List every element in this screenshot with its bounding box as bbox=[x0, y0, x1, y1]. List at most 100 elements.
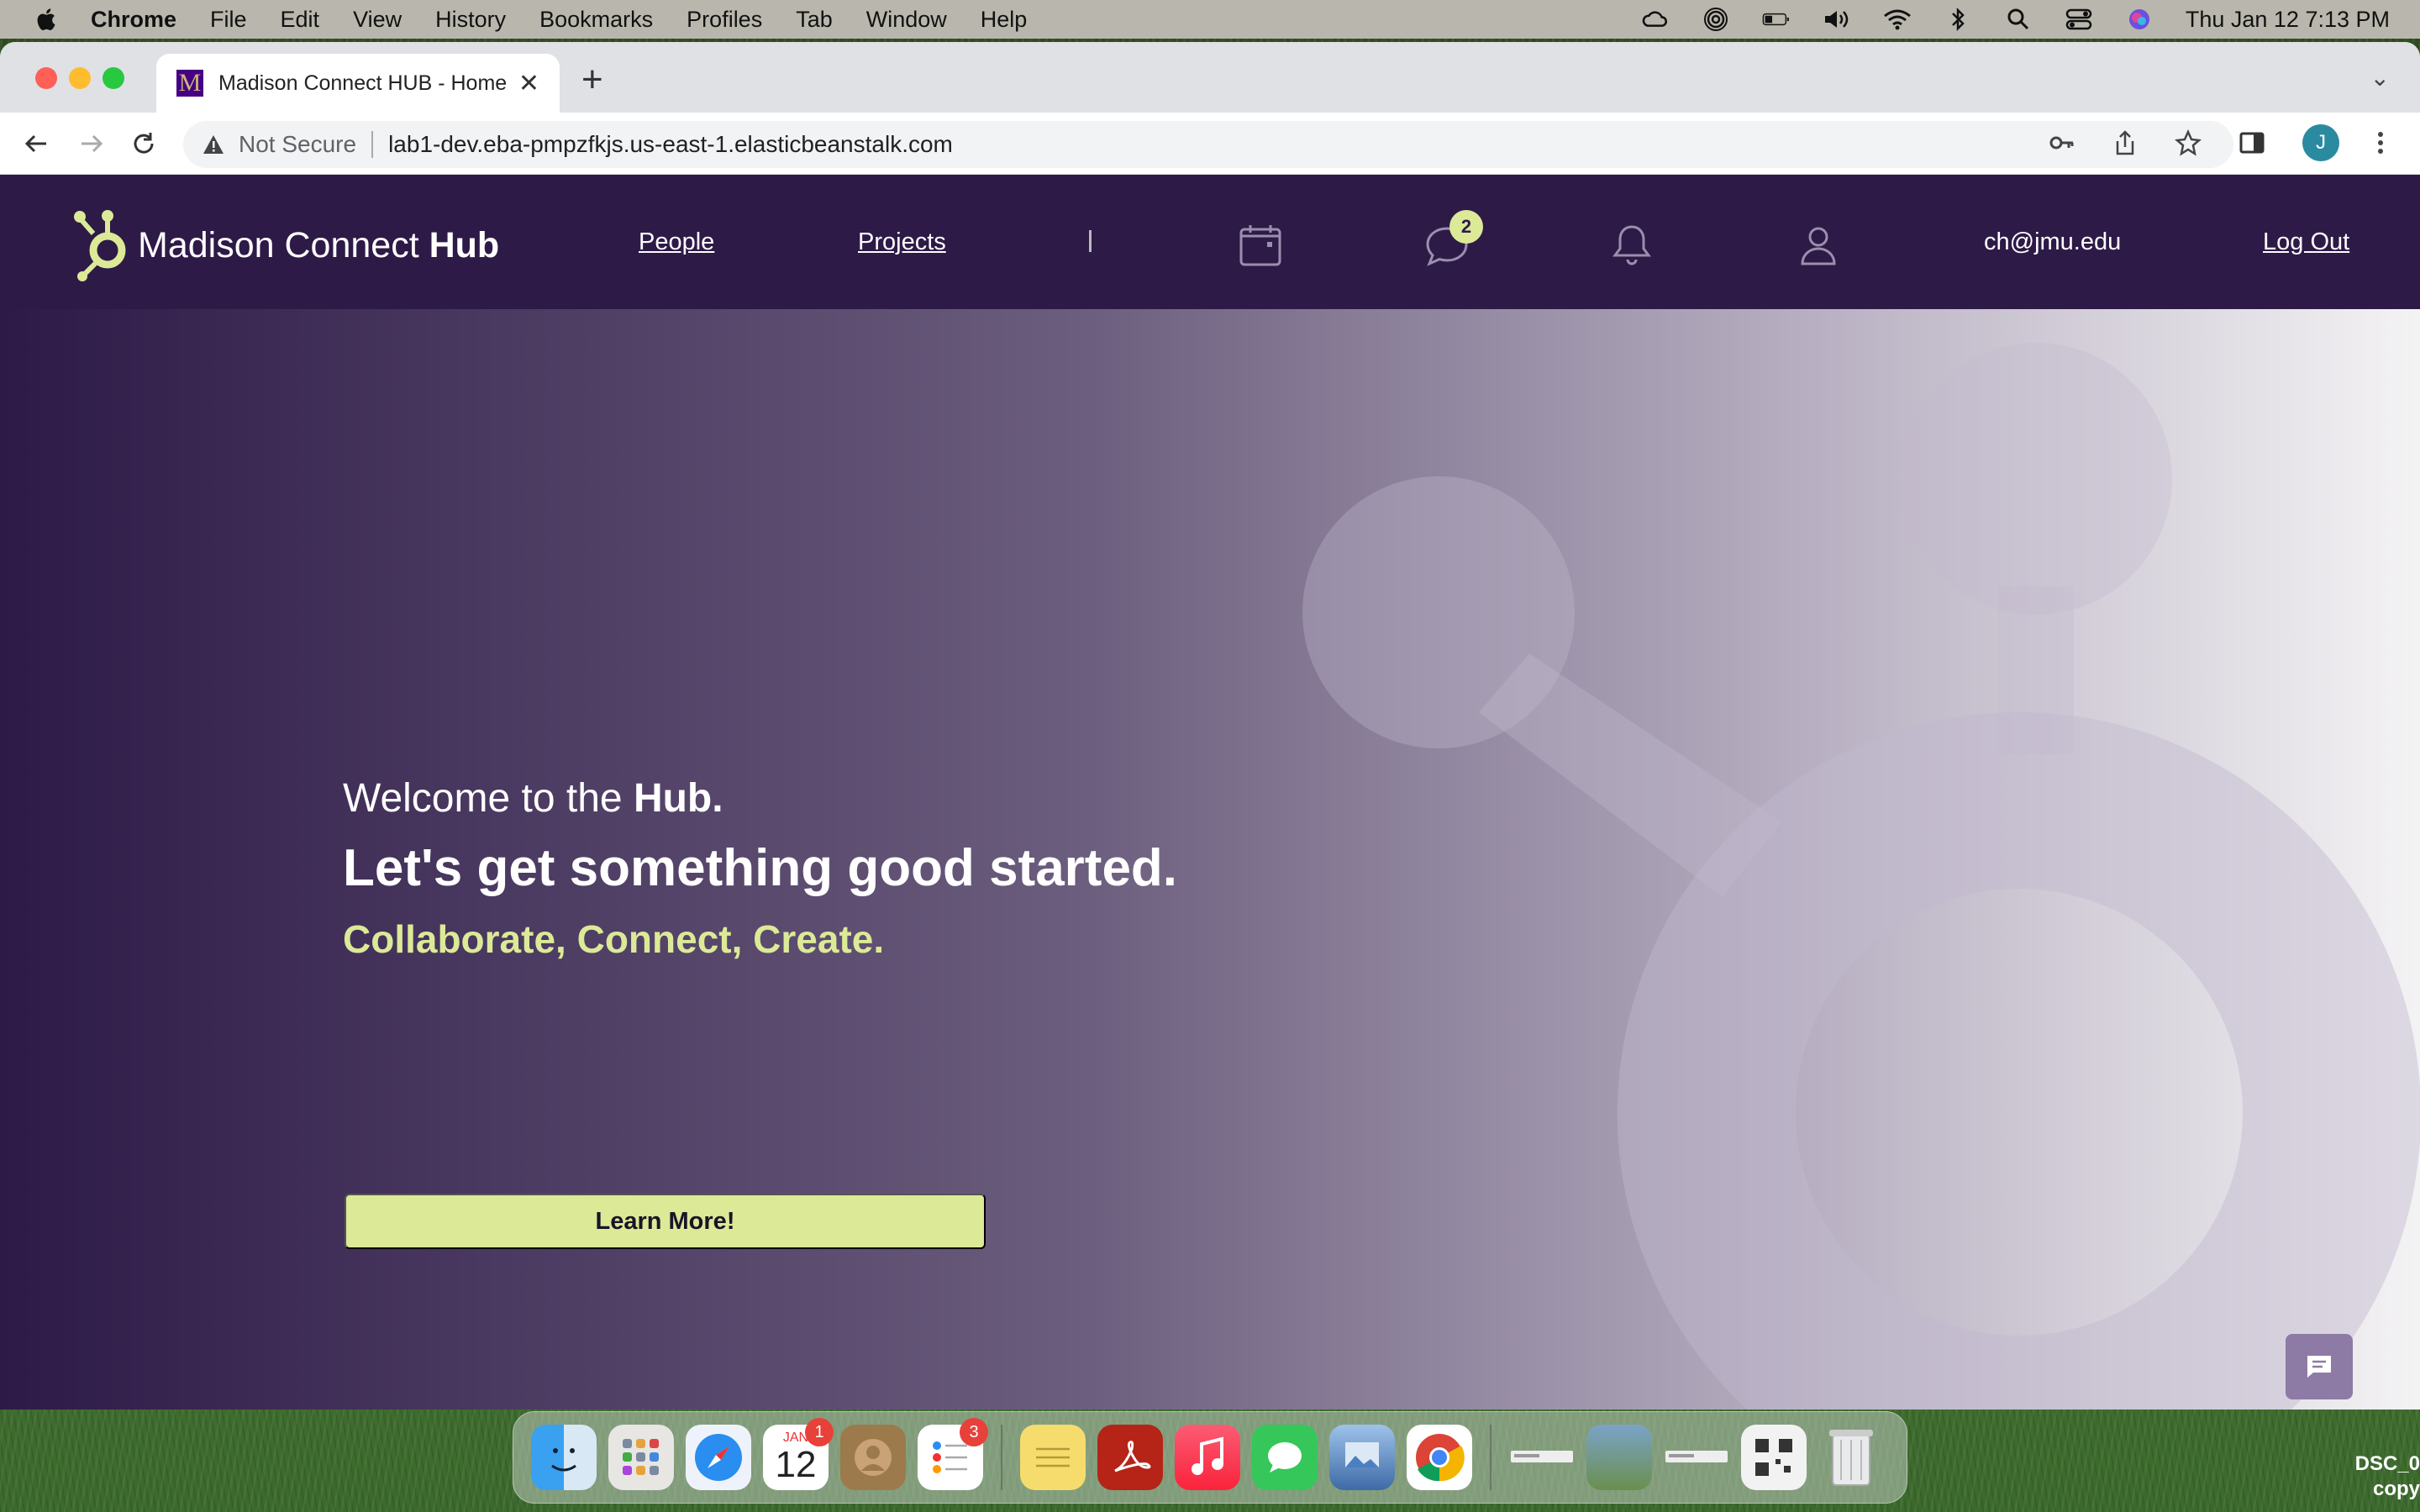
site-logo[interactable]: Madison Connect Hub bbox=[71, 208, 499, 282]
calendar-icon[interactable] bbox=[1237, 222, 1284, 269]
key-icon[interactable] bbox=[2049, 129, 2075, 156]
welcome-heading: Welcome to the Hub. bbox=[343, 775, 1177, 822]
hero-text: Welcome to the Hub. Let's get something … bbox=[343, 775, 1177, 962]
learn-more-button[interactable]: Learn More! bbox=[345, 1194, 986, 1249]
address-bar[interactable]: Not Secure lab1-dev.eba-pmpzfkjs.us-east… bbox=[183, 121, 2233, 168]
wifi-icon[interactable] bbox=[1883, 7, 1912, 32]
menu-app-name[interactable]: Chrome bbox=[91, 7, 176, 33]
warning-icon[interactable] bbox=[202, 133, 225, 156]
site-favicon-icon: M bbox=[176, 70, 203, 97]
creative-cloud-icon[interactable] bbox=[1641, 7, 1670, 32]
hub-logo-icon bbox=[74, 210, 126, 281]
menu-clock[interactable]: Thu Jan 12 7:13 PM bbox=[2186, 7, 2390, 33]
profile-avatar[interactable]: J bbox=[2302, 124, 2339, 161]
desktop-file-label-line1: DSC_0 bbox=[2354, 1452, 2420, 1475]
close-window-button[interactable] bbox=[35, 67, 57, 89]
menu-window[interactable]: Window bbox=[866, 7, 947, 33]
contacts-icon[interactable] bbox=[840, 1425, 906, 1490]
preview-icon[interactable] bbox=[1329, 1425, 1395, 1490]
tab-active[interactable]: M Madison Connect HUB - Home ✕ bbox=[156, 54, 560, 113]
minimize-window-button[interactable] bbox=[69, 67, 91, 89]
safari-icon[interactable] bbox=[686, 1425, 751, 1490]
notes-icon[interactable] bbox=[1020, 1425, 1086, 1490]
side-panel-icon[interactable] bbox=[2238, 129, 2265, 156]
trash-icon[interactable] bbox=[1818, 1425, 1884, 1490]
menu-history[interactable]: History bbox=[435, 7, 506, 33]
finder-icon[interactable] bbox=[531, 1425, 597, 1490]
hero-section: Welcome to the Hub. Let's get something … bbox=[0, 309, 2420, 1410]
recent-file-thumbnail-2[interactable] bbox=[1664, 1425, 1729, 1490]
zoom-window-button[interactable] bbox=[103, 67, 124, 89]
new-tab-icon[interactable]: + bbox=[581, 59, 603, 101]
siri-icon[interactable] bbox=[2125, 7, 2154, 32]
calendar-app-day: 12 bbox=[775, 1444, 817, 1485]
reminders-badge: 3 bbox=[960, 1418, 988, 1446]
mac-menu-bar: Chrome File Edit View History Bookmarks … bbox=[0, 0, 2420, 39]
menu-help[interactable]: Help bbox=[981, 7, 1028, 33]
tab-search-chevron-icon[interactable]: ⌄ bbox=[2370, 64, 2390, 92]
menu-file[interactable]: File bbox=[210, 7, 247, 33]
brand-name: Madison Connect Hub bbox=[138, 225, 499, 266]
apple-icon[interactable] bbox=[34, 7, 57, 32]
share-icon[interactable] bbox=[2112, 129, 2138, 156]
nav-people-link[interactable]: People bbox=[639, 175, 714, 309]
dock-separator bbox=[1001, 1425, 1002, 1490]
forward-arrow-icon[interactable] bbox=[76, 128, 108, 160]
back-arrow-icon[interactable] bbox=[20, 128, 52, 160]
site-header: Madison Connect Hub People Projects 2 ch… bbox=[0, 175, 2420, 309]
control-center-icon[interactable] bbox=[2065, 7, 2093, 32]
menu-view[interactable]: View bbox=[353, 7, 402, 33]
hero-headline: Let's get something good started. bbox=[343, 839, 1178, 897]
user-email: ch@jmu.edu bbox=[1984, 228, 2122, 255]
acrobat-icon[interactable] bbox=[1097, 1425, 1163, 1490]
menu-tab[interactable]: Tab bbox=[796, 7, 833, 33]
chat-bubble-icon bbox=[2307, 1356, 2331, 1378]
calendar-app-icon[interactable]: JAN 12 1 bbox=[763, 1418, 834, 1490]
close-tab-icon[interactable]: ✕ bbox=[518, 69, 539, 98]
messages-badge[interactable]: 2 bbox=[1449, 210, 1483, 244]
menu-profiles[interactable]: Profiles bbox=[687, 7, 762, 33]
logout-link[interactable]: Log Out bbox=[2263, 175, 2349, 309]
music-icon[interactable] bbox=[1175, 1425, 1240, 1490]
volume-icon[interactable] bbox=[1823, 7, 1851, 32]
notifications-bell-icon[interactable] bbox=[1608, 222, 1655, 269]
security-label[interactable]: Not Secure bbox=[239, 131, 356, 158]
tab-title: Madison Connect HUB - Home bbox=[218, 71, 508, 95]
recent-file-thumbnail-1[interactable] bbox=[1509, 1425, 1575, 1490]
address-divider bbox=[371, 131, 374, 158]
recent-photo-thumbnail[interactable] bbox=[1586, 1425, 1652, 1490]
toolbar-actions: J bbox=[2049, 124, 2385, 161]
airdrop-icon[interactable] bbox=[1702, 7, 1730, 32]
chrome-menu-icon[interactable] bbox=[2376, 129, 2385, 156]
launchpad-icon[interactable] bbox=[608, 1425, 674, 1490]
menu-edit[interactable]: Edit bbox=[281, 7, 320, 33]
profile-user-icon[interactable] bbox=[1795, 222, 1842, 269]
recent-qr-thumbnail[interactable] bbox=[1741, 1425, 1807, 1490]
calendar-app-badge: 1 bbox=[805, 1418, 834, 1446]
reload-icon[interactable] bbox=[128, 128, 160, 160]
bluetooth-icon[interactable] bbox=[1944, 7, 1972, 32]
mac-dock: JAN 12 1 3 bbox=[513, 1411, 1907, 1504]
brand-name-light: Madison Connect bbox=[138, 224, 429, 265]
battery-icon[interactable] bbox=[1762, 7, 1791, 32]
bookmark-star-icon[interactable] bbox=[2175, 129, 2202, 156]
dock-separator-2 bbox=[1490, 1425, 1491, 1490]
nav-divider bbox=[1089, 230, 1092, 252]
desktop-file-label[interactable]: DSC_0 copy bbox=[2353, 1452, 2420, 1502]
chrome-icon[interactable] bbox=[1407, 1425, 1472, 1490]
desktop-file-label-line2: copy bbox=[2372, 1478, 2420, 1500]
tab-strip: M Madison Connect HUB - Home ✕ + ⌄ bbox=[0, 42, 2420, 113]
spotlight-search-icon[interactable] bbox=[2004, 7, 2033, 32]
browser-window: M Madison Connect HUB - Home ✕ + ⌄ Not S… bbox=[0, 42, 2420, 1410]
menu-bookmarks[interactable]: Bookmarks bbox=[539, 7, 653, 33]
brand-name-bold: Hub bbox=[429, 224, 500, 265]
messages-app-icon[interactable] bbox=[1252, 1425, 1318, 1490]
hero-tagline: Collaborate, Connect, Create. bbox=[343, 917, 885, 961]
web-page: Madison Connect Hub People Projects 2 ch… bbox=[0, 175, 2420, 1410]
welcome-text: Welcome to the bbox=[343, 776, 634, 821]
browser-toolbar: Not Secure lab1-dev.eba-pmpzfkjs.us-east… bbox=[0, 113, 2420, 175]
url-text[interactable]: lab1-dev.eba-pmpzfkjs.us-east-1.elasticb… bbox=[388, 131, 953, 158]
reminders-icon[interactable]: 3 bbox=[918, 1418, 988, 1490]
nav-projects-link[interactable]: Projects bbox=[858, 175, 946, 309]
chat-widget-button[interactable] bbox=[2286, 1334, 2353, 1399]
